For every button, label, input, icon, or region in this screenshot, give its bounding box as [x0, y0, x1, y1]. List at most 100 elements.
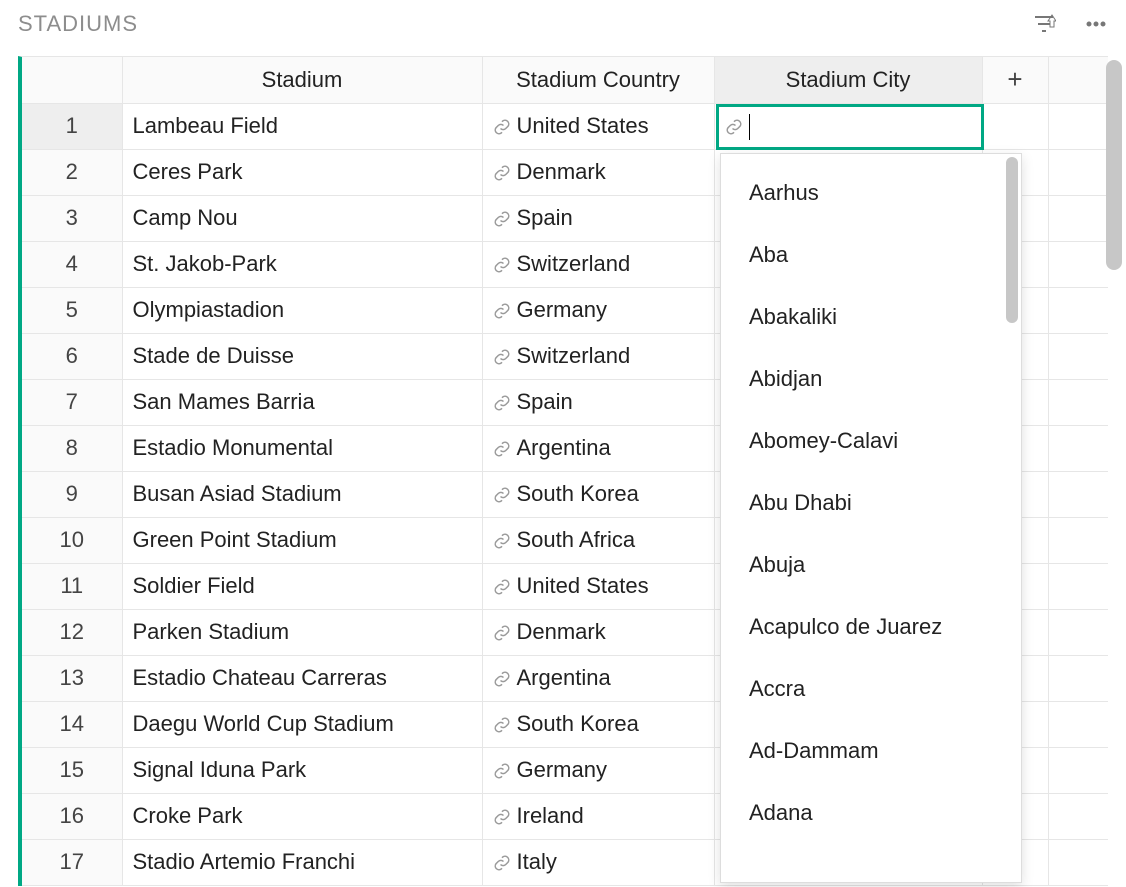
- country-value: Argentina: [517, 435, 611, 460]
- dropdown-item[interactable]: Adana: [721, 782, 1021, 844]
- row-spacer: [1048, 333, 1108, 379]
- country-cell[interactable]: Argentina: [482, 655, 714, 701]
- stadium-cell[interactable]: St. Jakob-Park: [122, 241, 482, 287]
- stadium-cell[interactable]: San Mames Barria: [122, 379, 482, 425]
- country-cell[interactable]: Argentina: [482, 425, 714, 471]
- row-number-header[interactable]: [22, 57, 122, 103]
- row-number-cell[interactable]: 11: [22, 563, 122, 609]
- stadium-cell[interactable]: Lambeau Field: [122, 103, 482, 149]
- more-icon[interactable]: [1084, 12, 1108, 36]
- country-cell[interactable]: South Korea: [482, 701, 714, 747]
- text-cursor: [749, 114, 750, 140]
- dropdown-item[interactable]: Abakaliki: [721, 286, 1021, 348]
- country-cell[interactable]: Germany: [482, 287, 714, 333]
- link-icon: [493, 348, 511, 366]
- stadium-cell[interactable]: Daegu World Cup Stadium: [122, 701, 482, 747]
- row-spacer: [1048, 563, 1108, 609]
- dropdown-scrollbar-thumb[interactable]: [1006, 157, 1018, 323]
- country-cell[interactable]: United States: [482, 103, 714, 149]
- stadium-cell[interactable]: Estadio Monumental: [122, 425, 482, 471]
- row-number-cell[interactable]: 15: [22, 747, 122, 793]
- country-value: South Africa: [517, 527, 636, 552]
- row-number-cell[interactable]: 17: [22, 839, 122, 885]
- country-value: Germany: [517, 297, 607, 322]
- row-number-cell[interactable]: 4: [22, 241, 122, 287]
- dropdown-item[interactable]: Abuja: [721, 534, 1021, 596]
- country-value: Ireland: [517, 803, 584, 828]
- stadium-cell[interactable]: Parken Stadium: [122, 609, 482, 655]
- column-header-stadium[interactable]: Stadium: [122, 57, 482, 103]
- stadium-cell[interactable]: Croke Park: [122, 793, 482, 839]
- country-cell[interactable]: Spain: [482, 379, 714, 425]
- row-number-cell[interactable]: 9: [22, 471, 122, 517]
- row-number-cell[interactable]: 10: [22, 517, 122, 563]
- row-number-cell[interactable]: 3: [22, 195, 122, 241]
- dropdown-item[interactable]: Abidjan: [721, 348, 1021, 410]
- country-cell[interactable]: Switzerland: [482, 241, 714, 287]
- column-header-row: Stadium Stadium Country Stadium City +: [22, 57, 1108, 103]
- country-value: Spain: [517, 389, 573, 414]
- country-value: South Korea: [517, 711, 639, 736]
- dropdown-scrollbar[interactable]: [1006, 157, 1018, 879]
- country-cell[interactable]: South Africa: [482, 517, 714, 563]
- stadium-cell[interactable]: Ceres Park: [122, 149, 482, 195]
- country-value: United States: [517, 113, 649, 138]
- row-number-cell[interactable]: 16: [22, 793, 122, 839]
- stadium-cell[interactable]: Estadio Chateau Carreras: [122, 655, 482, 701]
- row-number-cell[interactable]: 1: [22, 103, 122, 149]
- country-cell[interactable]: Ireland: [482, 793, 714, 839]
- city-dropdown[interactable]: AarhusAbaAbakalikiAbidjanAbomey-CalaviAb…: [720, 153, 1022, 883]
- page-scrollbar-thumb[interactable]: [1106, 60, 1122, 270]
- country-value: Argentina: [517, 665, 611, 690]
- stadium-cell[interactable]: Busan Asiad Stadium: [122, 471, 482, 517]
- country-cell[interactable]: Italy: [482, 839, 714, 885]
- filter-icon[interactable]: [1032, 12, 1056, 36]
- row-number-cell[interactable]: 14: [22, 701, 122, 747]
- stadium-cell[interactable]: Green Point Stadium: [122, 517, 482, 563]
- app-root: STADIUMS Stadium Stadium Country Stadium…: [0, 0, 1126, 887]
- country-cell[interactable]: South Korea: [482, 471, 714, 517]
- link-icon: [493, 302, 511, 320]
- country-cell[interactable]: Denmark: [482, 149, 714, 195]
- page-scrollbar[interactable]: [1106, 60, 1122, 887]
- link-icon: [493, 762, 511, 780]
- stadium-cell[interactable]: Olympiastadion: [122, 287, 482, 333]
- country-cell[interactable]: Switzerland: [482, 333, 714, 379]
- dropdown-item[interactable]: Acapulco de Juarez: [721, 596, 1021, 658]
- column-header-country[interactable]: Stadium Country: [482, 57, 714, 103]
- country-cell[interactable]: Spain: [482, 195, 714, 241]
- link-icon: [493, 624, 511, 642]
- stadium-cell[interactable]: Stade de Duisse: [122, 333, 482, 379]
- dropdown-item[interactable]: Aba: [721, 224, 1021, 286]
- country-cell[interactable]: Denmark: [482, 609, 714, 655]
- stadium-cell[interactable]: Signal Iduna Park: [122, 747, 482, 793]
- dropdown-item[interactable]: Aarhus: [721, 162, 1021, 224]
- stadium-cell[interactable]: Stadio Artemio Franchi: [122, 839, 482, 885]
- column-header-spacer: [1048, 57, 1108, 103]
- row-number-cell[interactable]: 2: [22, 149, 122, 195]
- dropdown-item[interactable]: Abu Dhabi: [721, 472, 1021, 534]
- country-cell[interactable]: Germany: [482, 747, 714, 793]
- link-icon: [493, 118, 511, 136]
- row-number-cell[interactable]: 5: [22, 287, 122, 333]
- row-number-cell[interactable]: 12: [22, 609, 122, 655]
- data-table: Stadium Stadium Country Stadium City + 1…: [18, 56, 1108, 886]
- row-number-cell[interactable]: 13: [22, 655, 122, 701]
- row-number-cell[interactable]: 6: [22, 333, 122, 379]
- stadium-cell[interactable]: Camp Nou: [122, 195, 482, 241]
- dropdown-item[interactable]: Abomey-Calavi: [721, 410, 1021, 472]
- country-value: Spain: [517, 205, 573, 230]
- country-value: South Korea: [517, 481, 639, 506]
- country-cell[interactable]: United States: [482, 563, 714, 609]
- country-value: United States: [517, 573, 649, 598]
- row-number-cell[interactable]: 7: [22, 379, 122, 425]
- row-spacer: [1048, 609, 1108, 655]
- row-number-cell[interactable]: 8: [22, 425, 122, 471]
- stadium-cell[interactable]: Soldier Field: [122, 563, 482, 609]
- add-column-button[interactable]: +: [982, 57, 1048, 103]
- link-icon: [493, 808, 511, 826]
- city-edit-cell[interactable]: [716, 104, 984, 150]
- column-header-city[interactable]: Stadium City: [714, 57, 982, 103]
- dropdown-item[interactable]: Ad-Dammam: [721, 720, 1021, 782]
- dropdown-item[interactable]: Accra: [721, 658, 1021, 720]
